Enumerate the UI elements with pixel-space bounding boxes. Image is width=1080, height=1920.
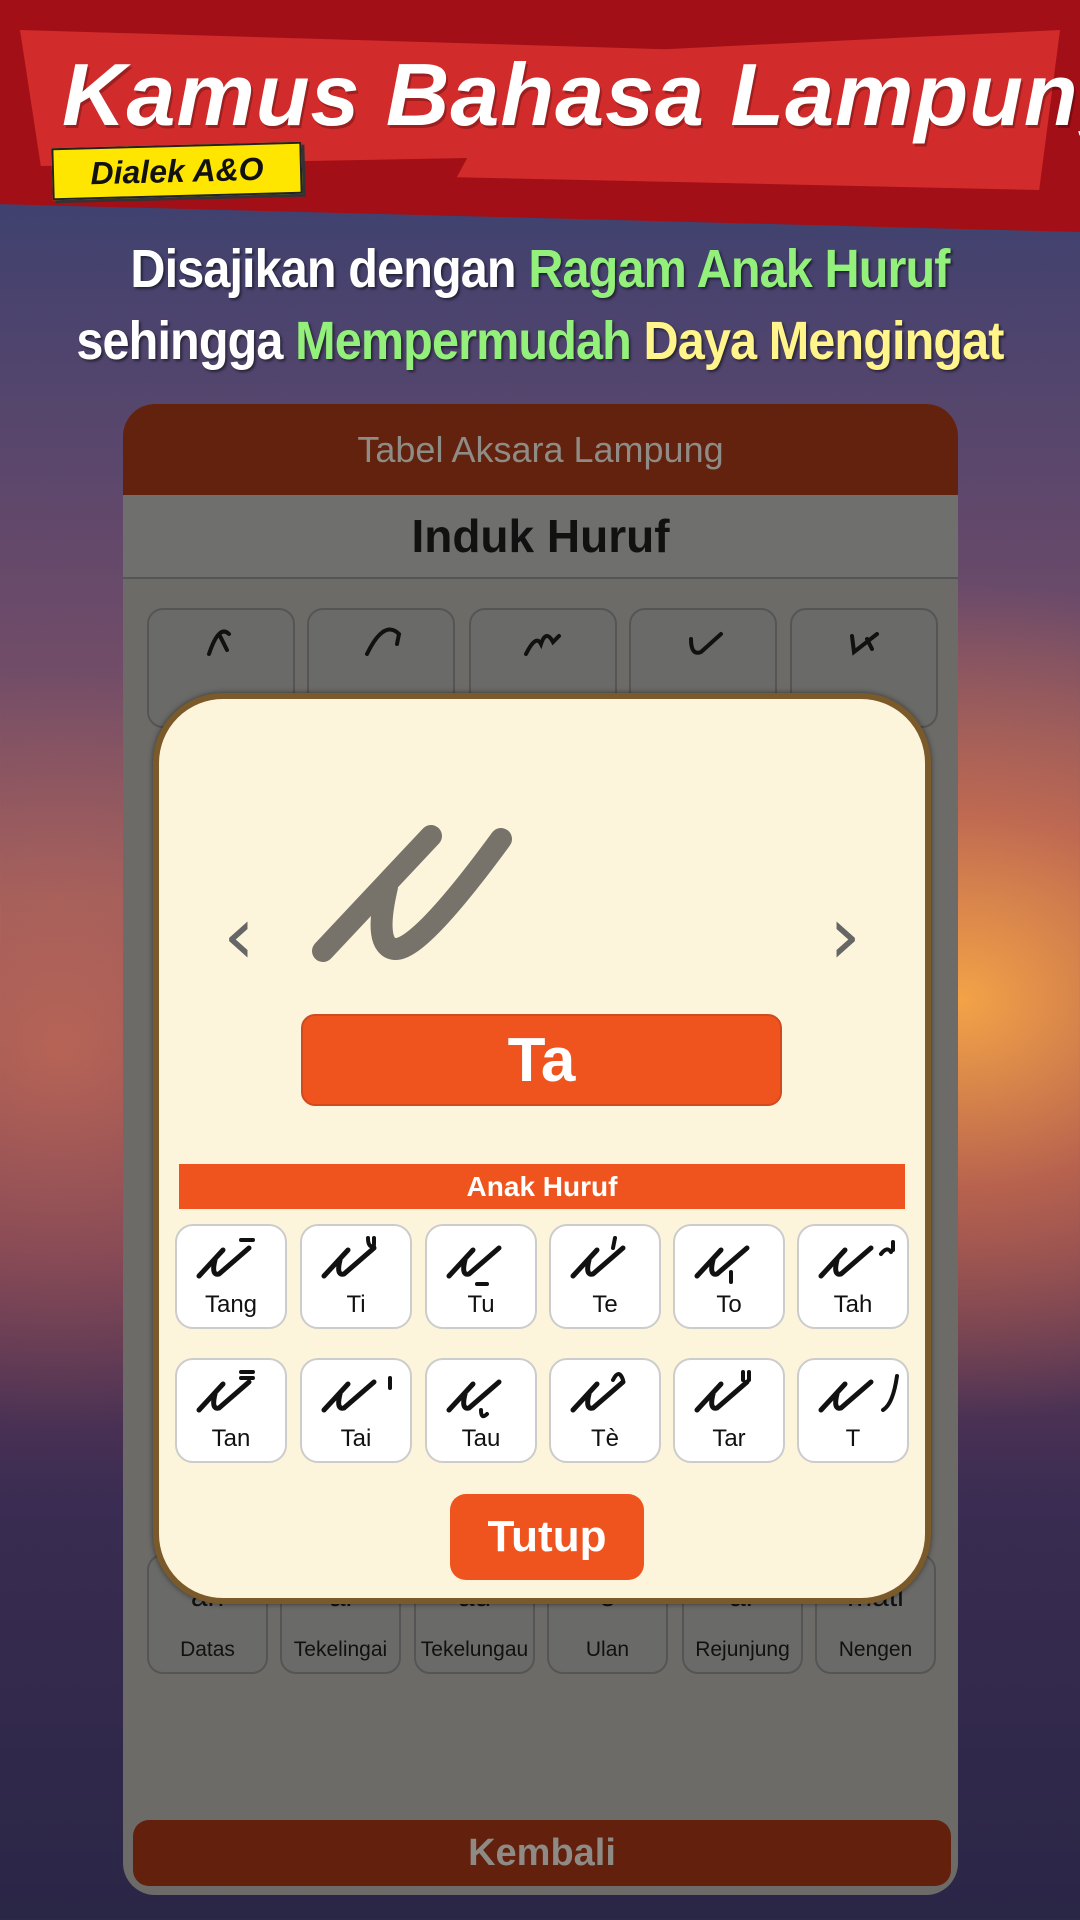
anak-huruf-cell[interactable]: Tu — [425, 1224, 537, 1329]
banner-title: Kamus Bahasa Lampung — [62, 45, 1080, 144]
tagline-line-1: Disajikan dengan Ragam Anak Huruf — [54, 238, 1026, 300]
aksara-glyph-icon — [850, 632, 879, 656]
anak-huruf-cell[interactable]: Tar — [673, 1358, 785, 1463]
tagline-text: Disajikan dengan — [130, 239, 529, 299]
tagline-highlight: Mempermudah — [295, 311, 644, 371]
anak-huruf-label: Tan — [211, 1425, 251, 1452]
anak-huruf-cell[interactable]: T — [797, 1358, 909, 1463]
aksara-glyph-icon — [694, 1245, 750, 1284]
aksara-glyph-icon — [446, 1245, 502, 1286]
aksara-glyph-icon — [818, 1240, 895, 1279]
aksara-glyph-icon — [321, 1236, 377, 1279]
anak-huruf-label: Tau — [461, 1425, 501, 1452]
tagline-line-2: sehingga Mempermudah Daya Mengingat — [54, 310, 1026, 372]
tagline-highlight: Ragam Anak Huruf — [528, 239, 950, 299]
anak-huruf-label: Ti — [346, 1291, 366, 1318]
back-button[interactable]: Kembali — [133, 1820, 951, 1886]
anak-huruf-label: Tar — [712, 1425, 746, 1452]
anak-huruf-label: T — [845, 1425, 861, 1452]
anak-huruf-label: Tu — [467, 1291, 495, 1318]
aksara-glyph-icon — [365, 627, 402, 656]
anak-huruf-cell[interactable]: Tah — [797, 1224, 909, 1329]
sandangan-name: Nengen — [838, 1638, 913, 1661]
anak-huruf-label: Te — [592, 1291, 618, 1318]
anak-huruf-cell[interactable]: Tè — [549, 1358, 661, 1463]
aksara-glyph-icon — [570, 1236, 626, 1279]
anak-huruf-cell[interactable]: Tan — [175, 1358, 287, 1463]
aksara-glyph-icon — [694, 1370, 751, 1413]
app-header: Tabel Aksara Lampung — [123, 404, 958, 495]
anak-huruf-label: Tai — [340, 1425, 372, 1452]
dialect-badge: Dialek A&O — [51, 141, 303, 201]
anak-huruf-label: To — [716, 1291, 742, 1318]
anak-huruf-label: Tah — [833, 1291, 873, 1318]
aksara-glyph-icon — [196, 1370, 255, 1413]
aksara-glyph-icon — [524, 634, 561, 656]
letter-button[interactable]: Ta — [301, 1014, 782, 1106]
section-title: Induk Huruf — [123, 495, 958, 579]
tagline-text: sehingga — [76, 311, 296, 371]
sandangan-name: Ulan — [585, 1638, 630, 1661]
aksara-glyph-icon — [196, 1238, 255, 1279]
sandangan-name: Rejunjung — [695, 1638, 790, 1661]
anak-huruf-header: Anak Huruf — [179, 1164, 905, 1209]
aksara-glyph-icon — [446, 1379, 502, 1419]
sandangan-name: Tekelingai — [293, 1638, 388, 1661]
anak-huruf-cell[interactable]: To — [673, 1224, 785, 1329]
anak-huruf-cell[interactable]: Te — [549, 1224, 661, 1329]
aksara-glyph-icon — [321, 1376, 392, 1413]
anak-huruf-label: Tè — [590, 1425, 619, 1452]
anak-huruf-cell[interactable]: Tau — [425, 1358, 537, 1463]
sandangan-name: Tekelungau — [420, 1638, 529, 1661]
close-button[interactable]: Tutup — [450, 1494, 644, 1580]
letter-detail-dialog: ‹ › Ta Anak Huruf Tang Ti Tu Te To Tah Tan Tai T… — [153, 693, 931, 1604]
anak-huruf-cell[interactable]: Tai — [300, 1358, 412, 1463]
anak-huruf-label: Tang — [204, 1291, 258, 1318]
aksara-ta-glyph — [312, 825, 512, 962]
aksara-glyph-icon — [207, 629, 231, 656]
sandangan-name: Datas — [180, 1638, 235, 1661]
anak-huruf-cell[interactable]: Ti — [300, 1224, 412, 1329]
aksara-glyph-icon — [818, 1374, 899, 1413]
aksara-glyph-icon — [570, 1372, 626, 1413]
anak-huruf-cell[interactable]: Tang — [175, 1224, 287, 1329]
tagline-highlight-yellow: Daya Mengingat — [643, 311, 1005, 371]
aksara-glyph-icon — [689, 632, 723, 655]
